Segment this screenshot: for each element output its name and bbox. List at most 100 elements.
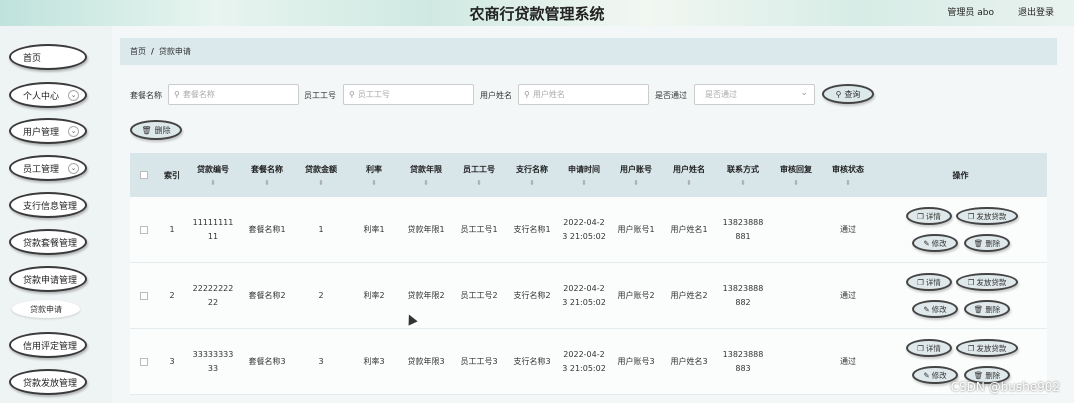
sidebar-subitem-loan-application[interactable]: 贷款申请 <box>12 300 80 318</box>
issue-loan-button[interactable]: ❐ 发放贷款 <box>956 207 1018 225</box>
table-cell-status: 通过 <box>840 357 856 366</box>
edit-button-label: 修改 <box>931 304 947 314</box>
column-header[interactable]: 审核回复 ⬍ <box>770 153 822 197</box>
breadcrumb-home[interactable]: 首页 <box>130 46 146 57</box>
table-cell-index: 3 <box>169 357 175 366</box>
sidebar-item[interactable]: 员工管理 ⌄ <box>9 155 87 181</box>
table-cell-years: 贷款年限3 <box>407 357 445 366</box>
row-checkbox[interactable] <box>140 292 148 300</box>
column-header: 操作 <box>874 153 1047 197</box>
document-icon: ❐ <box>967 277 975 287</box>
sort-icon[interactable]: ⬍ <box>210 179 216 187</box>
sort-icon[interactable]: ⬍ <box>264 179 270 187</box>
column-header[interactable]: 用户姓名 ⬍ <box>662 153 716 197</box>
header-checkbox-cell <box>130 153 158 197</box>
document-icon: ❐ <box>917 343 924 353</box>
sidebar-item[interactable]: 支行信息管理 <box>9 192 87 218</box>
delete-button-label: 删除 <box>985 304 1001 314</box>
column-header[interactable]: 联系方式 ⬍ <box>716 153 770 197</box>
sort-icon[interactable]: ⬍ <box>845 179 851 187</box>
sidebar-item[interactable]: 贷款申请管理 <box>9 266 87 292</box>
table-header: 索引 贷款编号 ⬍ 套餐名称 ⬍ 贷款金额 ⬍ 利率 ⬍ 贷款年限 ⬍ 员工工号 ⬍ 支行名称 ⬍ 申请时间 ⬍… <box>130 153 1047 197</box>
column-header-label: 操作 <box>952 170 969 180</box>
batch-delete-button[interactable]: 🗑 删除 <box>130 120 182 140</box>
column-header[interactable]: 贷款年限 ⬍ <box>400 153 452 197</box>
sort-icon[interactable]: ⬍ <box>423 179 429 187</box>
row-checkbox-cell <box>130 197 158 263</box>
column-header-label: 审核状态 <box>832 164 864 174</box>
row-checkbox-cell <box>130 329 158 395</box>
package-label: 套餐名称 <box>130 91 162 100</box>
column-header-label: 贷款金额 <box>305 164 337 174</box>
column-header[interactable]: 利率 ⬍ <box>348 153 400 197</box>
sort-icon[interactable]: ⬍ <box>686 179 692 187</box>
table-cell-amount: 3 <box>318 357 324 366</box>
detail-button[interactable]: ❐ 详情 <box>906 273 952 291</box>
detail-button[interactable]: ❐ 详情 <box>906 207 952 225</box>
column-header[interactable]: 贷款编号 ⬍ <box>186 153 240 197</box>
column-header[interactable]: 贷款金额 ⬍ <box>294 153 348 197</box>
issue-loan-button-label: 发放贷款 <box>976 277 1007 287</box>
sort-icon[interactable]: ⬍ <box>740 179 746 187</box>
table-cell-reply <box>770 329 822 395</box>
package-input[interactable] <box>182 90 263 99</box>
sidebar-item-label: 贷款发放管理 <box>23 378 78 389</box>
sort-icon[interactable]: ⬍ <box>318 179 324 187</box>
table-cell-reply <box>770 263 822 329</box>
document-icon: ❐ <box>967 343 975 353</box>
sort-icon[interactable]: ⬍ <box>793 179 799 187</box>
query-button[interactable]: ⚲ 查询 <box>822 84 874 104</box>
detail-button-label: 详情 <box>925 211 941 221</box>
column-header[interactable]: 支行名称 ⬍ <box>506 153 558 197</box>
sidebar-item[interactable]: 贷款套餐管理 <box>9 229 87 255</box>
delete-button[interactable]: 🗑 删除 <box>964 300 1010 318</box>
username-field[interactable]: ⚲ <box>518 84 649 105</box>
package-field[interactable]: ⚲ <box>168 84 299 105</box>
employee-field[interactable]: ⚲ <box>343 84 474 105</box>
passed-select[interactable]: 是否通过 ⌄ <box>694 84 815 105</box>
column-header[interactable]: 套餐名称 ⬍ <box>240 153 294 197</box>
issue-loan-button[interactable]: ❐ 发放贷款 <box>956 339 1018 357</box>
pencil-icon: ✎ <box>923 370 930 380</box>
table-cell-name: 用户姓名1 <box>670 225 708 234</box>
edit-button[interactable]: ✎ 修改 <box>912 300 958 318</box>
row-checkbox[interactable] <box>140 358 148 366</box>
sidebar-item[interactable]: 首页 <box>9 44 87 70</box>
column-header[interactable]: 员工工号 ⬍ <box>452 153 506 197</box>
sort-icon[interactable]: ⬍ <box>371 179 377 187</box>
edit-button[interactable]: ✎ 修改 <box>912 234 958 252</box>
column-header[interactable]: 申请时间 ⬍ <box>558 153 610 197</box>
sort-icon[interactable]: ⬍ <box>581 179 587 187</box>
delete-button[interactable]: 🗑 删除 <box>964 234 1010 252</box>
breadcrumb-separator: / <box>151 47 154 56</box>
logout-link[interactable]: 退出登录 <box>1018 5 1054 18</box>
issue-loan-button[interactable]: ❐ 发放贷款 <box>956 273 1018 291</box>
column-header-label: 申请时间 <box>568 164 600 174</box>
search-icon: ⚲ <box>174 90 180 99</box>
table-cell-time: 2022-04-2 3 21:05:02 <box>562 218 606 241</box>
sort-icon[interactable]: ⬍ <box>633 179 639 187</box>
detail-button-label: 详情 <box>925 277 941 287</box>
column-header[interactable]: 审核状态 ⬍ <box>822 153 874 197</box>
edit-button-label: 修改 <box>931 238 947 248</box>
table-cell-index: 1 <box>169 225 175 234</box>
column-header-label: 索引 <box>164 170 180 180</box>
sort-icon[interactable]: ⬍ <box>529 179 535 187</box>
table-row: 3 33333333 33 套餐名称3 3 利率3 贷款年限3 员工工号3 支行名称3 2022… <box>130 329 1047 395</box>
employee-input[interactable] <box>357 90 438 99</box>
sidebar-item[interactable]: 个人中心 ⌄ <box>9 82 87 108</box>
username-input[interactable] <box>532 90 613 99</box>
table-row: 1 11111111 11 套餐名称1 1 利率1 贷款年限1 员工工号1 支行名称1 2022… <box>130 197 1047 263</box>
sort-icon[interactable]: ⬍ <box>476 179 482 187</box>
table-cell-package: 套餐名称1 <box>248 225 286 234</box>
column-header[interactable]: 用户账号 ⬍ <box>610 153 662 197</box>
sidebar-item[interactable]: 贷款发放管理 <box>9 369 87 395</box>
column-header[interactable]: 索引 <box>158 153 186 197</box>
detail-button[interactable]: ❐ 详情 <box>906 339 952 357</box>
sidebar-item[interactable]: 信用评定管理 <box>9 332 87 358</box>
sidebar-item[interactable]: 用户管理 ⌄ <box>9 118 87 144</box>
chevron-down-icon: ⌄ <box>68 90 79 101</box>
search-icon: ⚲ <box>349 90 355 99</box>
select-all-checkbox[interactable] <box>140 171 148 179</box>
row-checkbox[interactable] <box>140 226 148 234</box>
